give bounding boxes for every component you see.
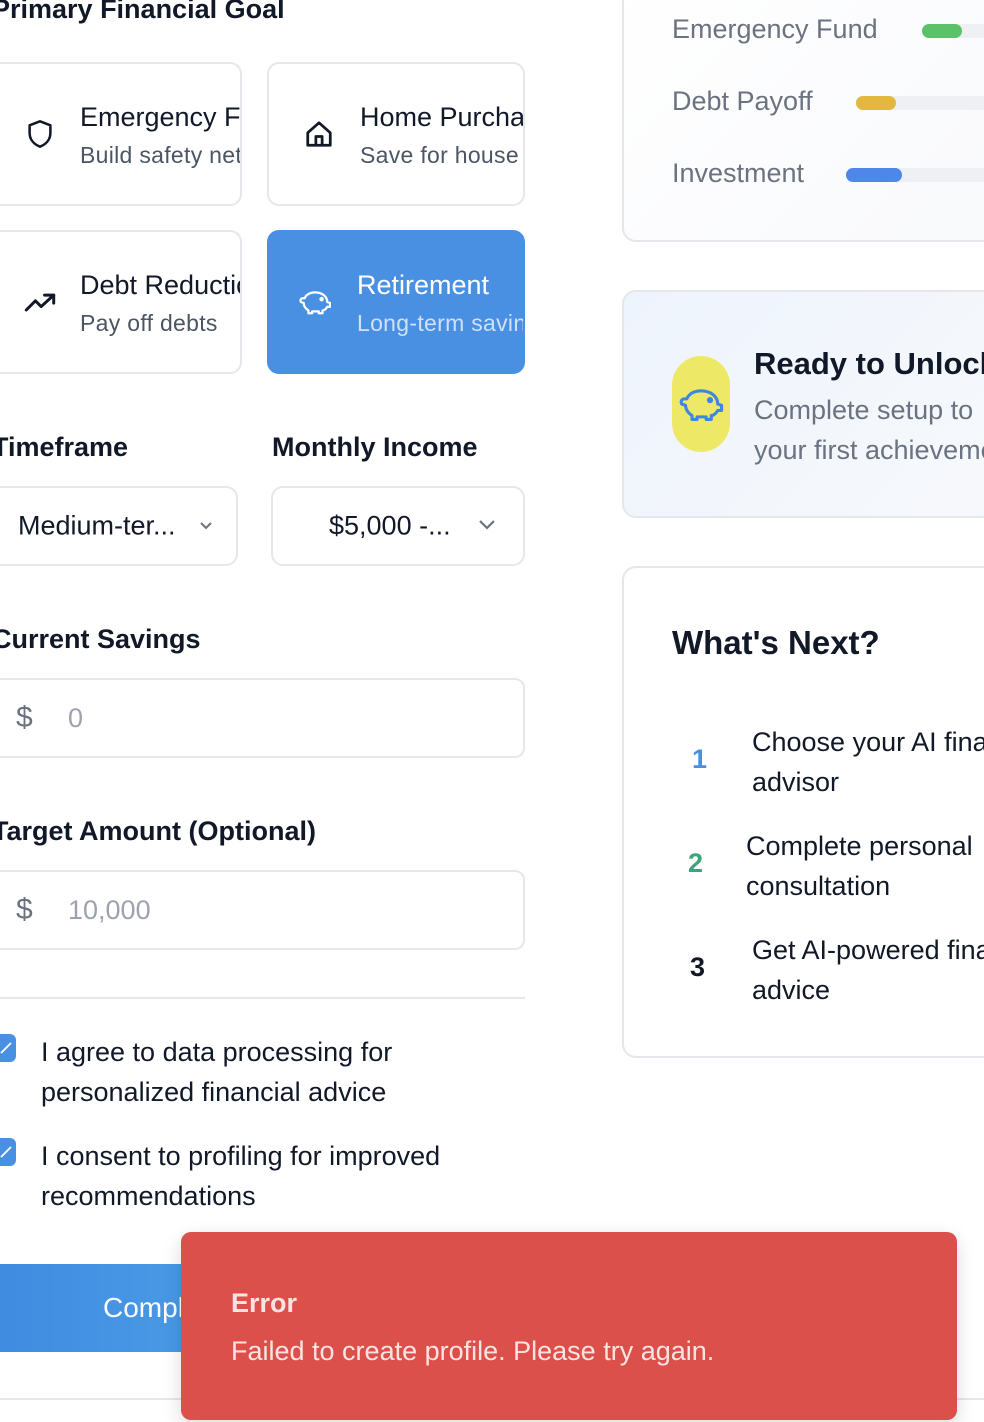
progress-bar-debt [856, 96, 984, 110]
goal-section-label: Primary Financial Goal [0, 0, 285, 24]
unlock-text-line1: Complete setup to [754, 395, 974, 425]
progress-label-emergency: Emergency Fund [672, 14, 878, 44]
goal-title: Debt Reduction [80, 270, 240, 300]
timeframe-value: Medium-ter... [18, 510, 176, 541]
target-field[interactable]: $ [0, 870, 525, 950]
goal-title: Home Purchase [360, 102, 525, 132]
step-text: Complete personal consultation [746, 826, 973, 906]
goal-card-retirement[interactable]: Retirement Long-term savings [267, 230, 525, 374]
progress-label-debt: Debt Payoff [672, 86, 813, 116]
step-number: 1 [692, 744, 708, 774]
piggy-bank-icon [299, 286, 331, 318]
toast-title: Error [231, 1288, 298, 1318]
step-text: Get AI-powered financial advice [752, 930, 984, 1010]
goal-title: Emergency Fund [80, 102, 241, 132]
income-value: $5,000 -... [329, 510, 451, 541]
goal-card-home-purchase[interactable]: Home Purchase Save for house [267, 62, 525, 206]
savings-label: Current Savings [0, 624, 201, 654]
progress-label-investment: Investment [672, 158, 805, 188]
progress-bar-investment [846, 168, 984, 182]
piggy-bank-icon [672, 356, 730, 452]
savings-field[interactable]: $ [0, 678, 525, 758]
chevron-down-icon [479, 517, 495, 535]
timeframe-label: Timeframe [0, 432, 129, 462]
shield-icon [24, 118, 56, 150]
goal-card-debt-reduction[interactable]: Debt Reduction Pay off debts [0, 230, 242, 374]
step-number: 3 [690, 952, 706, 982]
goal-subtitle: Pay off debts [80, 310, 218, 336]
target-input[interactable] [68, 880, 507, 940]
dollar-icon: $ [16, 893, 33, 926]
progress-bar-emergency [922, 24, 984, 38]
consent-profiling-label: I consent to profiling for improved reco… [41, 1141, 441, 1211]
home-icon [303, 118, 335, 150]
step-text-line1: Get AI-powered financial [752, 935, 984, 965]
target-label: Target Amount (Optional) [0, 816, 316, 846]
step-text-line1: Complete personal [746, 831, 973, 861]
goal-card-emergency-fund[interactable]: Emergency Fund Build safety net [0, 62, 242, 206]
goal-title: Retirement [357, 270, 490, 300]
progress-panel: Emergency Fund Debt Payoff Investment [622, 0, 984, 242]
consent-profiling-checkbox[interactable] [0, 1138, 16, 1166]
timeframe-select[interactable]: Medium-ter... [0, 486, 238, 566]
step-text: Choose your AI financial advisor [752, 722, 984, 802]
unlock-text-line2: your first achievement [754, 435, 984, 465]
unlock-text: Complete setup to your first achievement [754, 390, 984, 470]
dollar-icon: $ [16, 701, 33, 734]
goal-subtitle: Build safety net [80, 142, 242, 168]
income-select[interactable]: $5,000 -... [271, 486, 525, 566]
step-text-line2: advisor [752, 767, 840, 797]
unlock-panel: Ready to Unlock Complete setup to your f… [622, 290, 984, 518]
step-text-line2: consultation [746, 871, 891, 901]
consent-data-checkbox[interactable] [0, 1034, 16, 1062]
error-toast[interactable]: Error Failed to create profile. Please t… [181, 1232, 957, 1420]
step-number: 2 [688, 848, 704, 878]
toast-message: Failed to create profile. Please try aga… [231, 1336, 715, 1366]
progress-fill-debt [856, 96, 896, 110]
goal-subtitle: Long-term savings [357, 310, 525, 336]
form-divider [0, 997, 525, 999]
progress-fill-emergency [922, 24, 962, 38]
progress-fill-investment [846, 168, 902, 182]
trending-up-icon [24, 286, 56, 318]
chevron-down-icon [200, 517, 212, 535]
unlock-title: Ready to Unlock [754, 346, 984, 381]
consent-data-label: I agree to data processing for personali… [41, 1037, 393, 1107]
income-label: Monthly Income [272, 432, 478, 462]
whats-next-title: What's Next? [672, 624, 880, 661]
whats-next-panel: What's Next? 1 Choose your AI financial … [622, 566, 984, 1058]
step-text-line1: Choose your AI financial [752, 727, 984, 757]
goal-subtitle: Save for house [360, 142, 519, 168]
step-text-line2: advice [752, 975, 831, 1005]
savings-input[interactable] [68, 688, 507, 748]
profile-setup-page: Primary Financial Goal Emergency Fund Bu… [0, 0, 984, 1422]
